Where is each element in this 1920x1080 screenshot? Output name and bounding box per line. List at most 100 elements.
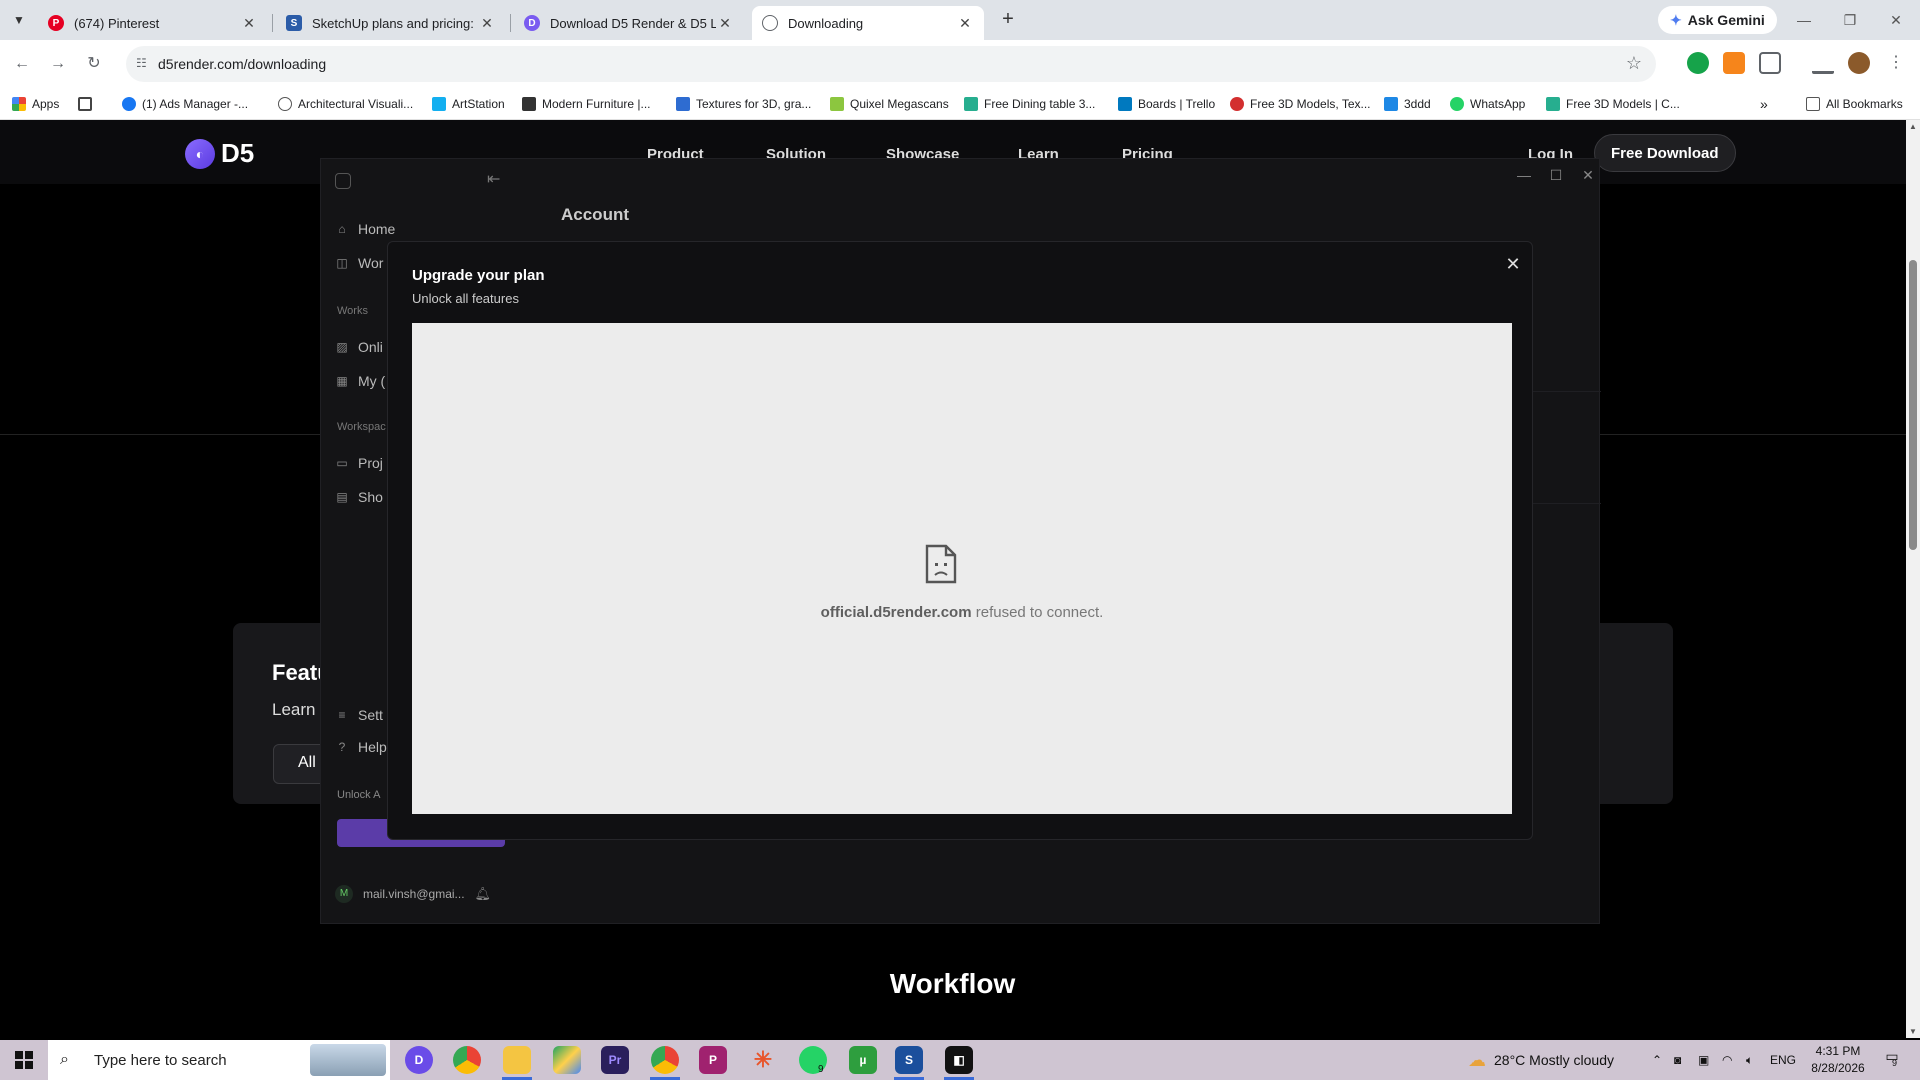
bookmark-label: Quixel Megascans	[850, 97, 949, 111]
d5-render-taskbar-icon[interactable]: ◧	[945, 1046, 973, 1074]
sidebar-item-my[interactable]: ▦ My (	[335, 373, 385, 389]
bookmark-archviz[interactable]: Architectural Visuali...	[278, 94, 413, 114]
bookmark-tab-groups[interactable]	[78, 94, 98, 114]
cgtrader-icon	[1546, 97, 1560, 111]
scroll-up-arrow-icon[interactable]: ▲	[1909, 122, 1917, 131]
pdf-app-icon[interactable]: P	[699, 1046, 727, 1074]
sidebar-group-works: Works	[337, 305, 368, 317]
extensions-puzzle-icon[interactable]	[1759, 52, 1781, 74]
scrollbar-thumb[interactable]	[1909, 260, 1917, 550]
sidebar-group-workspace: Workspac	[337, 421, 386, 433]
tray-app-icon[interactable]: ◙	[1674, 1040, 1681, 1080]
weather-widget[interactable]: ☁ 28°C Mostly cloudy	[1468, 1040, 1614, 1080]
address-bar[interactable]: ☷ d5render.com/downloading ☆	[126, 46, 1656, 82]
all-bookmarks-label: All Bookmarks	[1826, 97, 1903, 111]
chrome-taskbar-icon[interactable]	[453, 1046, 481, 1074]
bookmark-trello[interactable]: Boards | Trello	[1118, 94, 1215, 114]
app-minimize-icon[interactable]: —	[1511, 167, 1537, 183]
metamask-extension-icon[interactable]	[1723, 52, 1745, 74]
search-highlight-image	[310, 1044, 386, 1076]
collapse-sidebar-icon[interactable]: ⇤	[487, 169, 500, 189]
app-close-icon[interactable]: ✕	[1575, 167, 1601, 184]
bookmark-star-icon[interactable]: ☆	[1626, 53, 1642, 74]
bookmarks-overflow-chevron-icon[interactable]: »	[1760, 94, 1768, 114]
tab-search-chevron-icon[interactable]: ▼	[6, 8, 32, 32]
bookmark-3ddd[interactable]: 3ddd	[1384, 94, 1431, 114]
taskbar-search[interactable]: ⌕ Type here to search	[48, 1040, 390, 1080]
meet-now-icon[interactable]: ▣	[1698, 1040, 1709, 1080]
tab-close-icon[interactable]: ✕	[478, 15, 496, 32]
tab-sketchup[interactable]: S SketchUp plans and pricing: Co ✕	[276, 6, 506, 40]
sidebar-item-works[interactable]: ◫ Wor	[335, 255, 383, 271]
bookmark-ads-manager[interactable]: (1) Ads Manager -...	[122, 94, 248, 114]
language-indicator[interactable]: ENG	[1770, 1040, 1796, 1080]
notification-center-icon[interactable]: ▭ 9	[1880, 1048, 1904, 1072]
app-maximize-icon[interactable]: ☐	[1543, 167, 1569, 184]
tab-pinterest[interactable]: P (674) Pinterest ✕	[38, 6, 268, 40]
bookmark-whatsapp[interactable]: WhatsApp	[1450, 94, 1525, 114]
sidebar-item-label: Proj	[358, 455, 383, 471]
sidebar-item-settings[interactable]: ≡ Sett	[335, 707, 382, 723]
url-text[interactable]: d5render.com/downloading	[158, 56, 326, 72]
windows-start-icon[interactable]	[0, 1040, 48, 1080]
reload-icon[interactable]: ↻	[82, 52, 106, 76]
bell-icon[interactable]: 🔔︎	[475, 886, 492, 902]
d5-logo[interactable]: ◐ D5	[185, 138, 254, 169]
minimize-icon[interactable]: —	[1784, 8, 1824, 32]
grid-icon: ▦	[336, 374, 348, 388]
user-account[interactable]: M mail.vinsh@gmai... 🔔︎	[335, 885, 491, 903]
premiere-pro-icon[interactable]: Pr	[601, 1046, 629, 1074]
clock[interactable]: 4:31 PM 8/28/2026	[1800, 1043, 1876, 1077]
ask-gemini-button[interactable]: ✦ Ask Gemini	[1658, 6, 1777, 34]
restore-icon[interactable]: ❐	[1830, 8, 1870, 32]
chrome-menu-icon[interactable]: ⋮	[1888, 52, 1904, 74]
utorrent-icon[interactable]: µ	[849, 1046, 877, 1074]
sidebar-item-home[interactable]: ⌂ Home	[335, 221, 395, 237]
bookmark-cgtrader[interactable]: Free 3D Models | C...	[1546, 94, 1680, 114]
grammarly-extension-icon[interactable]	[1687, 52, 1709, 74]
bookmark-apps[interactable]: Apps	[12, 94, 59, 114]
close-icon[interactable]: ✕	[1502, 254, 1524, 275]
bookmark-quixel[interactable]: Quixel Megascans	[830, 94, 949, 114]
page-scrollbar[interactable]: ▲ ▼	[1906, 120, 1920, 1038]
new-tab-plus-icon[interactable]: +	[995, 8, 1021, 32]
forward-arrow-icon[interactable]: →	[46, 52, 70, 76]
profile-avatar[interactable]	[1848, 52, 1870, 74]
file-explorer-icon[interactable]	[503, 1046, 531, 1074]
tab-downloading[interactable]: Downloading ✕	[752, 6, 984, 40]
upgrade-plan-modal: Upgrade your plan Unlock all features ✕ …	[387, 241, 1533, 840]
sidebar-item-projects[interactable]: ▭ Proj	[335, 455, 383, 471]
unlock-label: Unlock A	[337, 789, 381, 801]
sidebar-item-showcase[interactable]: ▤ Sho	[335, 489, 383, 505]
scroll-down-arrow-icon[interactable]: ▼	[1909, 1027, 1917, 1036]
tab-close-icon[interactable]: ✕	[956, 15, 974, 32]
all-bookmarks[interactable]: All Bookmarks	[1806, 94, 1903, 114]
d5-taskbar-icon[interactable]: D	[405, 1046, 433, 1074]
tab-close-icon[interactable]: ✕	[716, 15, 734, 32]
wifi-icon[interactable]: ◠	[1722, 1040, 1732, 1080]
close-window-icon[interactable]: ✕	[1876, 8, 1916, 32]
sunburst-app-icon[interactable]: ✳	[749, 1046, 777, 1074]
chrome-profile-taskbar-icon[interactable]	[651, 1046, 679, 1074]
back-arrow-icon[interactable]: ←	[10, 52, 34, 76]
tab-separator	[272, 14, 273, 32]
notification-count: 9	[1892, 1058, 1898, 1068]
bookmark-modern-furniture[interactable]: Modern Furniture |...	[522, 94, 651, 114]
bookmark-artstation[interactable]: ArtStation	[432, 94, 505, 114]
sketchup-taskbar-icon[interactable]: S	[895, 1046, 923, 1074]
volume-icon[interactable]: 🔈︎	[1746, 1040, 1753, 1080]
bookmark-free-3d-models[interactable]: Free 3D Models, Tex...	[1230, 94, 1371, 114]
bookmark-textures[interactable]: Textures for 3D, gra...	[676, 94, 811, 114]
tab-d5-download[interactable]: D Download D5 Render & D5 Lite ✕	[514, 6, 744, 40]
bookmark-dining-table[interactable]: Free Dining table 3...	[964, 94, 1095, 114]
downloads-icon[interactable]	[1812, 52, 1834, 74]
sidebar-item-online[interactable]: ▨ Onli	[335, 339, 383, 355]
clock-date: 8/28/2026	[1811, 1061, 1865, 1075]
free-download-button[interactable]: Free Download	[1594, 134, 1736, 172]
bookmark-label: Free Dining table 3...	[984, 97, 1096, 111]
tray-overflow-chevron-icon[interactable]: ⌃	[1652, 1040, 1662, 1080]
google-drive-icon[interactable]	[553, 1046, 581, 1074]
sidebar-item-help[interactable]: ? Help	[335, 739, 387, 755]
site-info-icon[interactable]: ☷	[136, 56, 152, 72]
tab-close-icon[interactable]: ✕	[240, 15, 258, 32]
